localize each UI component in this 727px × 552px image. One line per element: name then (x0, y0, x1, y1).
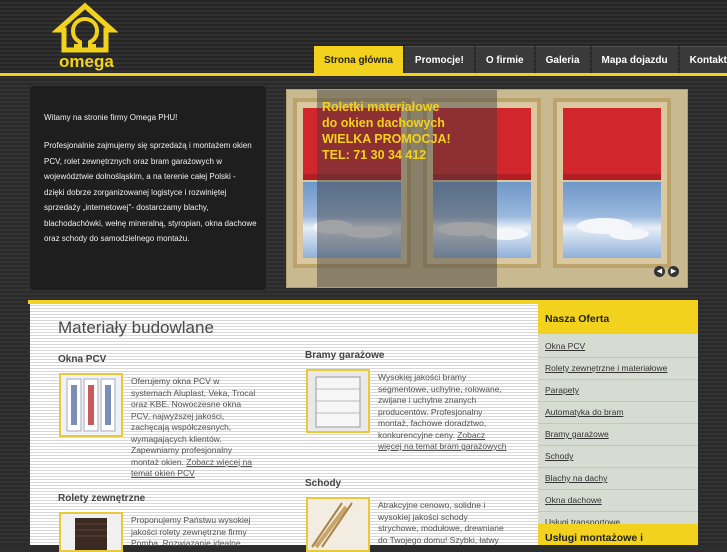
sidebar-item-okna-pcv[interactable]: Okna PCV (538, 336, 698, 358)
main-navigation: Strona główna Promocje! O firmie Galeria… (314, 46, 727, 73)
nav-o-firmie[interactable]: O firmie (475, 46, 534, 73)
schody-image[interactable] (306, 497, 370, 552)
rolety-zewnetrzne-image[interactable] (59, 512, 123, 552)
nav-galeria[interactable]: Galeria (535, 46, 590, 73)
welcome-greeting: Witamy na stronie firmy Omega PHU! (44, 113, 178, 122)
product-title-schody[interactable]: Schody (305, 478, 341, 489)
sidebar-heading: Nasza Oferta (538, 304, 698, 334)
sidebar-item-parapety[interactable]: Parapety (538, 380, 698, 402)
main-content: Materiały budowlane Okna PCV Oferujemy o… (30, 304, 538, 552)
sidebar-item-rolety[interactable]: Rolety zewnętrzne i materiałowe (538, 358, 698, 380)
nav-mapa-dojazdu[interactable]: Mapa dojazdu (591, 46, 678, 73)
okna-pcv-image[interactable] (59, 373, 123, 437)
nav-promocje[interactable]: Promocje! (404, 46, 474, 73)
sidebar-item-blachy[interactable]: Blachy na dachy (538, 468, 698, 490)
sidebar-item-schody[interactable]: Schody (538, 446, 698, 468)
arrow-left-icon[interactable]: ◀ (654, 266, 665, 277)
sidebar-heading-2: Usługi montażowe i (538, 524, 698, 545)
banner-headline: Roletki materiałowe do okien dachowych W… (322, 99, 451, 163)
banner-line-3: WIELKA PROMOCJA! (322, 132, 451, 146)
sidebar-item-automatyka[interactable]: Automatyka do bram (538, 402, 698, 424)
schody-description: Atrakcyjne cenowo, solidne i wysokiej ja… (378, 500, 504, 545)
product-title-rolety-zewnetrzne[interactable]: Rolety zewnętrzne (58, 493, 145, 504)
arrow-right-icon[interactable]: ▶ (668, 266, 679, 277)
bramy-garazowe-image[interactable] (306, 369, 370, 433)
bramy-garazowe-description: Wysokiej jakości bramy segmentowe, uchyl… (378, 372, 508, 453)
product-title-okna-pcv[interactable]: Okna PCV (58, 354, 106, 365)
logo-text[interactable]: omega (59, 52, 114, 72)
okna-pcv-text: Oferujemy okna PCV w systemach Aluplast,… (131, 376, 256, 467)
sidebar-item-bramy[interactable]: Bramy garażowe (538, 424, 698, 446)
roof-window-image (553, 98, 671, 268)
banner-line-1: Roletki materiałowe (322, 100, 440, 114)
nav-strona-glowna[interactable]: Strona główna (314, 46, 403, 73)
slider-controls: ◀ ▶ (654, 266, 679, 277)
okna-pcv-description: Oferujemy okna PCV w systemach Aluplast,… (131, 376, 259, 480)
banner-line-2: do okien dachowych (322, 116, 445, 130)
offer-sidebar: Nasza Oferta Okna PCV Rolety zewnętrzne … (538, 304, 698, 545)
rolety-zewnetrzne-description: Proponujemy Państwu wysokiej jakości rol… (131, 515, 251, 548)
nav-kontakt[interactable]: Kontakt (679, 46, 727, 73)
welcome-box: Witamy na stronie firmy Omega PHU! Profe… (30, 86, 266, 290)
sidebar-item-okna-dachowe[interactable]: Okna dachowe (538, 490, 698, 512)
banner-phone: TEL: 71 30 34 412 (322, 148, 427, 162)
section-title: Materiały budowlane (58, 318, 214, 337)
product-title-bramy-garazowe[interactable]: Bramy garażowe (305, 350, 384, 361)
sidebar-list: Okna PCV Rolety zewnętrzne i materiałowe… (538, 334, 698, 534)
promo-banner[interactable]: Roletki materiałowe do okien dachowych W… (286, 89, 688, 288)
welcome-body: Profesjonalnie zajmujemy się sprzedażą i… (44, 141, 257, 243)
